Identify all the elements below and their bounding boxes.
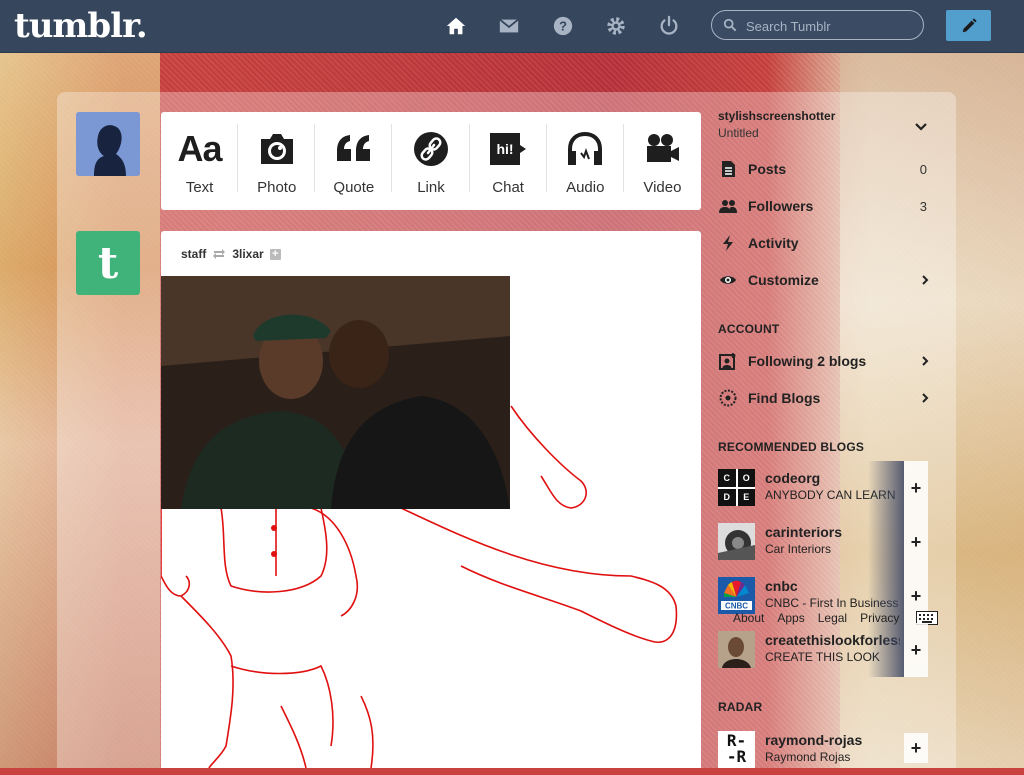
posts-count: 0 bbox=[919, 161, 927, 177]
power-icon[interactable] bbox=[657, 14, 681, 38]
post-type-label: Chat bbox=[492, 179, 524, 196]
sidebar-item-label: Customize bbox=[748, 272, 819, 288]
post-type-audio[interactable]: Audio bbox=[547, 112, 624, 210]
tumblr-logo[interactable]: tumblr. bbox=[14, 6, 148, 46]
sidebar-item-activity[interactable]: Activity bbox=[718, 230, 930, 256]
chat-icon: hi! bbox=[488, 130, 528, 168]
avatar[interactable]: C O D E bbox=[718, 469, 755, 506]
recommended-blog-carinteriors[interactable]: carinteriors Car Interiors + bbox=[718, 515, 928, 569]
sidebar-item-following[interactable]: Following 2 blogs bbox=[718, 348, 930, 374]
footer-link-legal[interactable]: Legal bbox=[818, 611, 847, 625]
followers-icon bbox=[718, 196, 738, 216]
sidebar-item-label: Followers bbox=[748, 198, 814, 214]
sidebar-item-posts[interactable]: Posts 0 bbox=[718, 156, 930, 182]
reblogged-from[interactable]: 3lixar bbox=[232, 247, 263, 261]
chevron-down-icon[interactable] bbox=[914, 121, 928, 133]
avatar[interactable]: R- -R bbox=[718, 731, 755, 768]
compose-button[interactable] bbox=[946, 10, 991, 41]
svg-text:hi!: hi! bbox=[497, 141, 514, 157]
blog-name[interactable]: stylishscreenshotter bbox=[718, 109, 835, 123]
pencil-icon bbox=[962, 17, 977, 32]
chevron-right-icon bbox=[922, 393, 929, 403]
post-type-link[interactable]: Link bbox=[392, 112, 470, 210]
sidebar-item-label: Posts bbox=[748, 161, 787, 177]
home-icon[interactable] bbox=[444, 14, 468, 38]
mail-icon[interactable] bbox=[497, 14, 521, 38]
blog-subtitle: Raymond Rojas bbox=[765, 750, 851, 764]
account-heading: ACCOUNT bbox=[718, 322, 780, 336]
svg-text:CNBC: CNBC bbox=[725, 602, 748, 611]
quote-icon bbox=[334, 130, 374, 168]
sidebar-item-customize[interactable]: Customize bbox=[718, 267, 930, 293]
post-type-chat[interactable]: hi! Chat bbox=[470, 112, 547, 210]
user-avatar[interactable] bbox=[76, 112, 140, 176]
post-type-photo[interactable]: Photo bbox=[238, 112, 316, 210]
post-type-label: Link bbox=[417, 179, 445, 196]
top-navigation-bar: tumblr. ? bbox=[0, 0, 1024, 53]
post-author[interactable]: staff bbox=[181, 247, 206, 261]
avatar[interactable]: CNBC bbox=[718, 577, 755, 614]
follow-button[interactable]: + bbox=[904, 515, 928, 569]
following-icon bbox=[718, 351, 738, 371]
recommended-blog-createthislook[interactable]: createthislookforless CREATE THIS LOOK + bbox=[718, 623, 928, 677]
avatar[interactable] bbox=[718, 523, 755, 560]
post-type-label: Photo bbox=[257, 179, 297, 196]
post-type-text[interactable]: Aa Text bbox=[161, 112, 239, 210]
headphones-icon bbox=[565, 130, 605, 168]
chevron-right-icon bbox=[922, 275, 929, 285]
help-icon[interactable]: ? bbox=[551, 14, 575, 38]
staff-avatar[interactable]: t bbox=[76, 231, 140, 295]
post-type-label: Audio bbox=[566, 179, 605, 196]
chevron-right-icon bbox=[922, 356, 929, 366]
follow-button[interactable]: + bbox=[904, 733, 928, 763]
video-camera-icon bbox=[642, 130, 682, 168]
sidebar-item-followers[interactable]: Followers 3 bbox=[718, 193, 930, 219]
camera-icon bbox=[257, 130, 297, 168]
follow-button[interactable]: + bbox=[904, 623, 928, 677]
reblog-icon bbox=[213, 249, 226, 259]
post-photo[interactable] bbox=[161, 276, 510, 509]
posts-icon bbox=[718, 159, 738, 179]
post-type-label: Quote bbox=[333, 179, 375, 196]
compass-icon bbox=[718, 388, 738, 408]
post-type-label: Video bbox=[643, 179, 682, 196]
svg-text:?: ? bbox=[559, 19, 567, 34]
post-type-quote[interactable]: Quote bbox=[315, 112, 393, 210]
post-type-bar: Aa Text Photo Quote Link hi! Chat Audio bbox=[161, 112, 701, 210]
link-icon bbox=[411, 130, 451, 168]
sidebar-item-label: Activity bbox=[748, 235, 799, 251]
footer-link-apps[interactable]: Apps bbox=[777, 611, 804, 625]
search-icon bbox=[723, 18, 737, 32]
recommended-heading: RECOMMENDED BLOGS bbox=[718, 440, 865, 454]
recommended-blog-codeorg[interactable]: C O D E codeorg ANYBODY CAN LEARN + bbox=[718, 461, 928, 515]
sidebar-item-find-blogs[interactable]: Find Blogs bbox=[718, 385, 930, 411]
avatar[interactable] bbox=[718, 631, 755, 668]
dashboard-post: staff 3lixar + bbox=[161, 231, 701, 768]
search-box[interactable] bbox=[711, 10, 924, 40]
sidebar-item-label: Following 2 blogs bbox=[748, 353, 867, 369]
follow-plus-icon[interactable]: + bbox=[269, 248, 281, 260]
radar-blog[interactable]: R- -R raymond-rojas Raymond Rojas + bbox=[718, 731, 928, 775]
lightning-icon bbox=[718, 233, 738, 253]
blog-name[interactable]: raymond-rojas bbox=[765, 732, 900, 748]
post-header: staff 3lixar + bbox=[181, 247, 281, 261]
post-type-label: Text bbox=[185, 179, 214, 196]
text-icon: Aa bbox=[177, 128, 223, 169]
follow-button[interactable]: + bbox=[904, 461, 928, 515]
eye-icon bbox=[718, 270, 738, 290]
blog-title: Untitled bbox=[718, 126, 759, 140]
settings-icon[interactable] bbox=[604, 14, 628, 38]
footer-link-about[interactable]: About bbox=[733, 611, 764, 625]
sidebar-item-label: Find Blogs bbox=[748, 390, 821, 406]
search-input[interactable] bbox=[744, 16, 918, 36]
post-type-video[interactable]: Video bbox=[624, 112, 701, 210]
radar-heading: RADAR bbox=[718, 700, 763, 714]
followers-count: 3 bbox=[919, 198, 927, 214]
